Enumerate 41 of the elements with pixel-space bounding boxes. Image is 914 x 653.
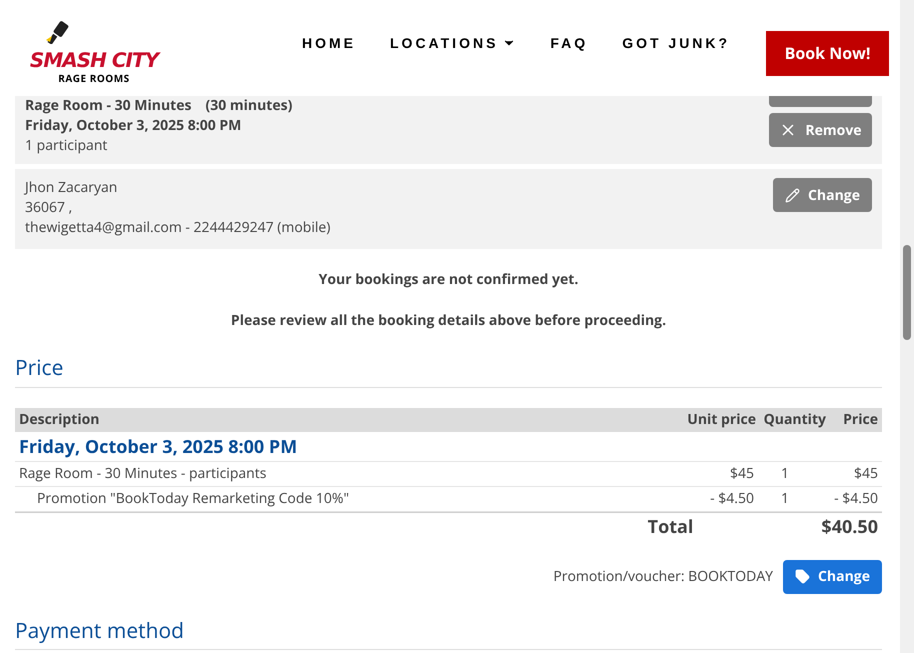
section-heading: Payment method bbox=[15, 616, 882, 650]
nav-link[interactable]: FAQ bbox=[550, 32, 588, 54]
date-group-heading: Friday, October 3, 2025 8:00 PM bbox=[15, 432, 882, 462]
notice-text: Please review all the booking details above before proceeding. bbox=[230, 310, 666, 331]
participant-count: 1 participant bbox=[25, 136, 108, 156]
nav-link[interactable]: GOT JUNK? bbox=[622, 32, 730, 54]
column-header: Price bbox=[842, 409, 878, 430]
column-header: Quantity bbox=[762, 409, 826, 430]
customer-name: Jhon Zacaryan bbox=[25, 178, 118, 198]
table-cell-text: - $4.50 bbox=[833, 488, 878, 509]
notice-text: Your bookings are not confirmed yet. bbox=[318, 269, 578, 290]
table-cell-text: 1 bbox=[780, 463, 790, 484]
remove-button[interactable]: Remove bbox=[769, 113, 872, 147]
logo[interactable]: SMASH CITY RAGE ROOMS bbox=[18, 20, 170, 84]
tag-icon bbox=[795, 569, 810, 584]
logo-title: SMASH CITY bbox=[30, 48, 158, 72]
table-cell-text: 1 bbox=[780, 488, 790, 509]
total-label: Total bbox=[648, 514, 694, 540]
customer-contact: thewigetta4@gmail.com - 2244429247 (mobile) bbox=[25, 218, 330, 238]
column-header: Unit price bbox=[686, 409, 756, 430]
column-header: Description bbox=[19, 409, 100, 430]
table-cell-text: $45 bbox=[852, 463, 878, 484]
nav-link[interactable]: HOME bbox=[302, 32, 356, 54]
booking-date: Friday, October 3, 2025 8:00 PM bbox=[25, 116, 242, 136]
change-button[interactable]: Change bbox=[773, 178, 872, 212]
logo-subtitle: RAGE ROOMS bbox=[58, 72, 130, 84]
customer-address: 36067 , bbox=[25, 198, 74, 218]
nav-link[interactable]: LOCATIONS bbox=[390, 32, 516, 54]
voucher-text: Promotion/voucher: BOOKTODAY bbox=[553, 566, 773, 587]
service-duration: (30 minutes) bbox=[205, 96, 292, 116]
section-heading: Price bbox=[15, 353, 882, 388]
voucher-change-button[interactable]: Change bbox=[783, 560, 882, 594]
table-cell-text: Promotion "BookToday Remarketing Code 10%" bbox=[36, 488, 350, 509]
table-cell-text: Rage Room - 30 Minutes - participants bbox=[19, 463, 268, 484]
total-amount: $40.50 bbox=[821, 514, 878, 540]
service-name: Rage Room - 30 Minutes bbox=[25, 96, 192, 116]
table-cell-text: $45 bbox=[728, 463, 755, 484]
table-cell-text: - $4.50 bbox=[709, 488, 755, 509]
pencil-icon bbox=[785, 188, 800, 202]
scrollbar[interactable] bbox=[900, 0, 914, 653]
book-now-button[interactable]: Book Now! bbox=[766, 30, 889, 76]
